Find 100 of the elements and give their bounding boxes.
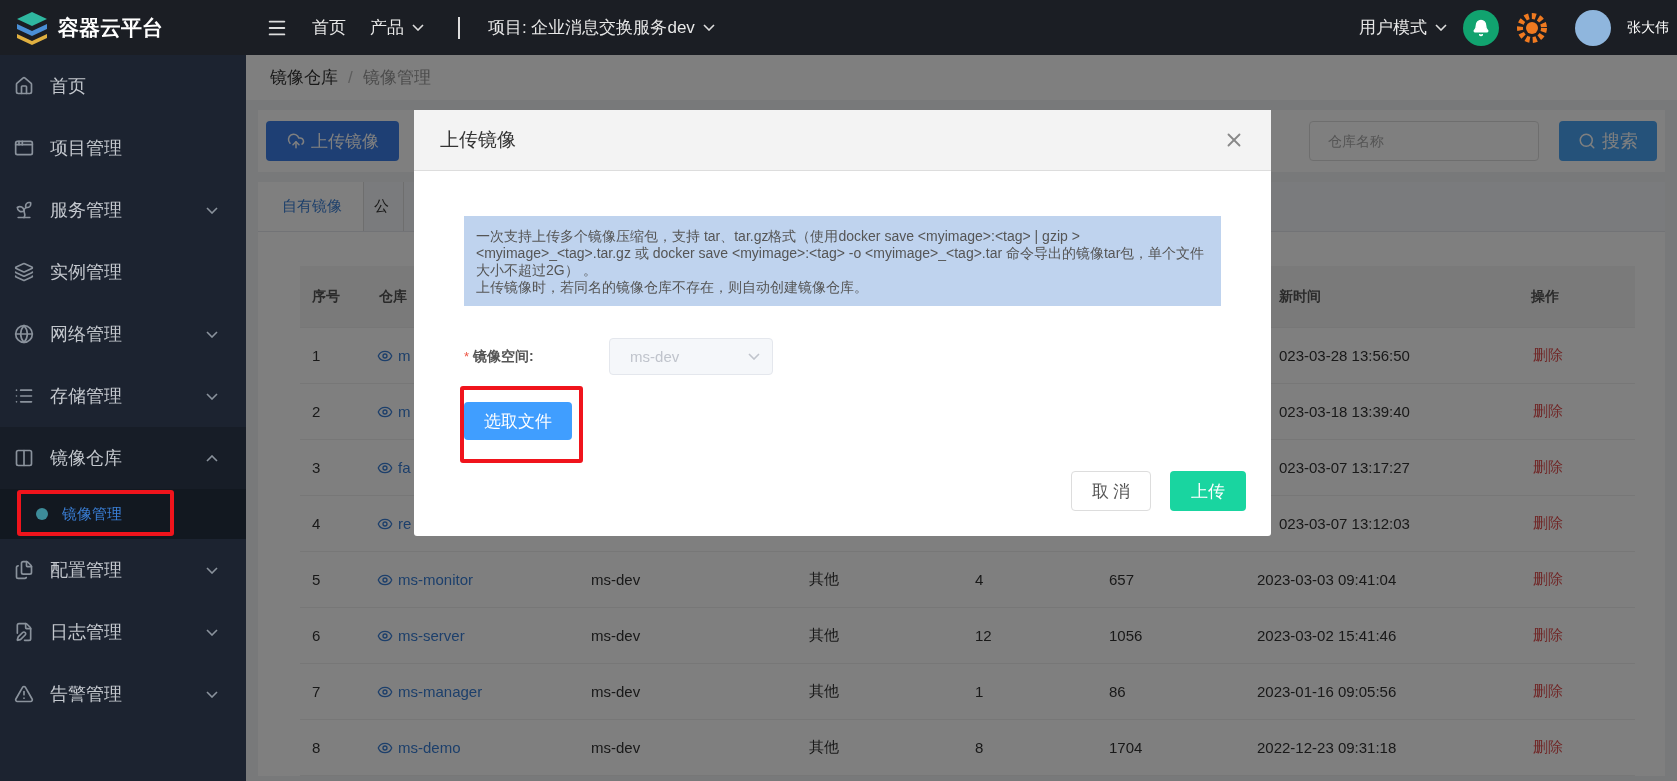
table-cell-text: 023-03-18 13:39:40 <box>1278 403 1410 420</box>
delete-link[interactable]: 删除 <box>1519 402 1635 421</box>
table-cell-text: 2022-12-23 09:31:18 <box>1256 739 1397 756</box>
table-cell-text: 2023-03-02 15:41:46 <box>1256 627 1397 644</box>
nav-link[interactable]: 产品 <box>370 16 424 39</box>
repository-link[interactable]: re <box>367 515 412 532</box>
chevron-down-icon <box>206 566 218 574</box>
chevron-down-icon <box>748 353 761 360</box>
delete-link[interactable]: 删除 <box>1519 458 1635 477</box>
table-cell-text: ms-dev <box>590 683 641 700</box>
table-cell-text: ms-dev <box>590 627 641 644</box>
repository-link[interactable]: ms-demo <box>367 739 461 756</box>
table-cell-text: 其他 <box>808 682 839 701</box>
table-cell-text: 其他 <box>808 738 839 757</box>
choose-file-button[interactable]: 选取文件 <box>464 402 572 440</box>
nav-link[interactable]: 首页 <box>312 16 346 39</box>
chevron-down-icon <box>206 330 218 338</box>
repository-link[interactable]: m <box>367 403 411 420</box>
delete-link[interactable]: 删除 <box>1519 570 1635 589</box>
required-mark: * <box>464 349 470 364</box>
repository-link[interactable]: ms-monitor <box>367 571 473 588</box>
window-icon <box>14 138 34 158</box>
cancel-button[interactable]: 取 消 <box>1071 471 1151 511</box>
table-cell-text: 2023-01-16 09:05:56 <box>1256 683 1397 700</box>
delete-link[interactable]: 删除 <box>1519 514 1635 533</box>
chevron-down-icon <box>702 24 715 31</box>
table-cell-text: 8 <box>974 739 984 756</box>
chevron-down-icon <box>206 392 218 400</box>
repository-link[interactable]: m <box>367 347 411 364</box>
delete-link[interactable]: 删除 <box>1519 738 1635 757</box>
field-label: 镜像空间: <box>473 347 535 366</box>
edit-icon <box>14 622 34 642</box>
delete-link[interactable]: 删除 <box>1519 626 1635 645</box>
table-cell-text: 8 <box>311 739 321 756</box>
table-cell-text: 86 <box>1108 683 1126 700</box>
delete-link[interactable]: 删除 <box>1519 346 1635 365</box>
home-icon <box>14 76 34 96</box>
sidebar-item[interactable]: 首页 <box>0 55 246 117</box>
tab[interactable]: 公 <box>364 182 404 231</box>
sprout-icon <box>14 200 34 220</box>
table-cell-text: ms-dev <box>590 571 641 588</box>
sidebar-item[interactable]: 存储管理 <box>0 365 246 427</box>
sidebar-item[interactable]: 项目管理 <box>0 117 246 179</box>
columns-icon <box>14 448 34 468</box>
bell-icon <box>1472 18 1490 37</box>
chevron-up-icon <box>206 454 218 462</box>
dialog-title: 上传镜像 <box>440 128 517 152</box>
tab[interactable]: 自有镜像 <box>258 182 364 231</box>
gear-icon[interactable] <box>1515 10 1549 45</box>
table-cell-text: 5 <box>311 571 321 588</box>
delete-link[interactable]: 删除 <box>1519 682 1635 701</box>
sidebar-item[interactable]: 网络管理 <box>0 303 246 365</box>
repository-link[interactable]: ms-manager <box>367 683 483 700</box>
table-cell-text: 023-03-07 13:12:03 <box>1278 515 1410 532</box>
table-cell-text: 其他 <box>808 570 839 589</box>
repository-link[interactable]: fa <box>367 459 411 476</box>
chevron-down-icon <box>206 628 218 636</box>
repository-link[interactable]: ms-server <box>367 627 465 644</box>
table-cell-text: 2 <box>311 403 321 420</box>
table-cell-text: 1056 <box>1108 627 1143 644</box>
table-cell-text: 023-03-07 13:17:27 <box>1278 459 1410 476</box>
user-name[interactable]: 张大伟 <box>1627 18 1669 37</box>
project-selector[interactable]: 项目: 企业消息交换服务dev <box>488 16 715 39</box>
table-cell-text: 4 <box>311 515 321 532</box>
files-icon <box>14 560 34 580</box>
notification-button[interactable] <box>1463 9 1499 46</box>
notice-text: 一次支持上传多个镜像压缩包，支持 tar、tar.gz格式（使用docker save <myimage>:<tag> | gzip > <myimage>_<tag>.tar.gz 或 docker save <myimage>:<tag> -o <myimage>_<tag>.tar 命令导出的镜像tar包，单个文件大小不超过2G） 。 <box>476 228 1206 279</box>
table-cell-text: 3 <box>311 459 321 476</box>
table-cell-text: 1 <box>974 683 984 700</box>
table-cell-text: 其他 <box>808 626 839 645</box>
notice-text: 上传镜像时，若同名的镜像仓库不存在，则自动创建镜像仓库。 <box>476 279 869 296</box>
table-cell-text: 1704 <box>1108 739 1143 756</box>
upload-submit-button[interactable]: 上传 <box>1170 471 1246 511</box>
mode-selector[interactable]: 用户模式 <box>1359 16 1447 39</box>
upload-button[interactable]: 上传镜像 <box>266 121 399 161</box>
breadcrumb-separator: / <box>348 67 353 88</box>
table-cell-text: 023-03-28 13:56:50 <box>1278 347 1410 364</box>
sidebar-item[interactable]: 日志管理 <box>0 601 246 663</box>
sidebar-item[interactable]: 镜像仓库 <box>0 427 246 489</box>
table-cell-text: 7 <box>311 683 321 700</box>
layers-icon <box>14 262 34 282</box>
list-icon <box>14 386 34 406</box>
breadcrumb-item[interactable]: 镜像仓库 <box>270 66 338 89</box>
warning-icon <box>14 684 34 704</box>
column-header: 仓库 <box>378 287 407 306</box>
table-cell-text: 657 <box>1108 571 1135 588</box>
app-title: 容器云平台 <box>58 14 163 41</box>
sidebar-item[interactable]: 配置管理 <box>0 539 246 601</box>
sidebar-item[interactable]: 服务管理 <box>0 179 246 241</box>
search-button[interactable]: 搜索 <box>1559 121 1657 161</box>
sidebar-item[interactable]: 实例管理 <box>0 241 246 303</box>
table-cell-text: 1 <box>311 347 321 364</box>
sidebar-item[interactable]: 告警管理 <box>0 663 246 725</box>
avatar[interactable] <box>1575 9 1611 46</box>
chevron-down-icon <box>206 690 218 698</box>
column-header: 序号 <box>311 287 340 306</box>
cloud-upload-icon <box>286 132 305 150</box>
chevron-down-icon <box>206 206 218 214</box>
table-cell-text: ms-dev <box>590 739 641 756</box>
search-icon <box>1578 132 1596 150</box>
